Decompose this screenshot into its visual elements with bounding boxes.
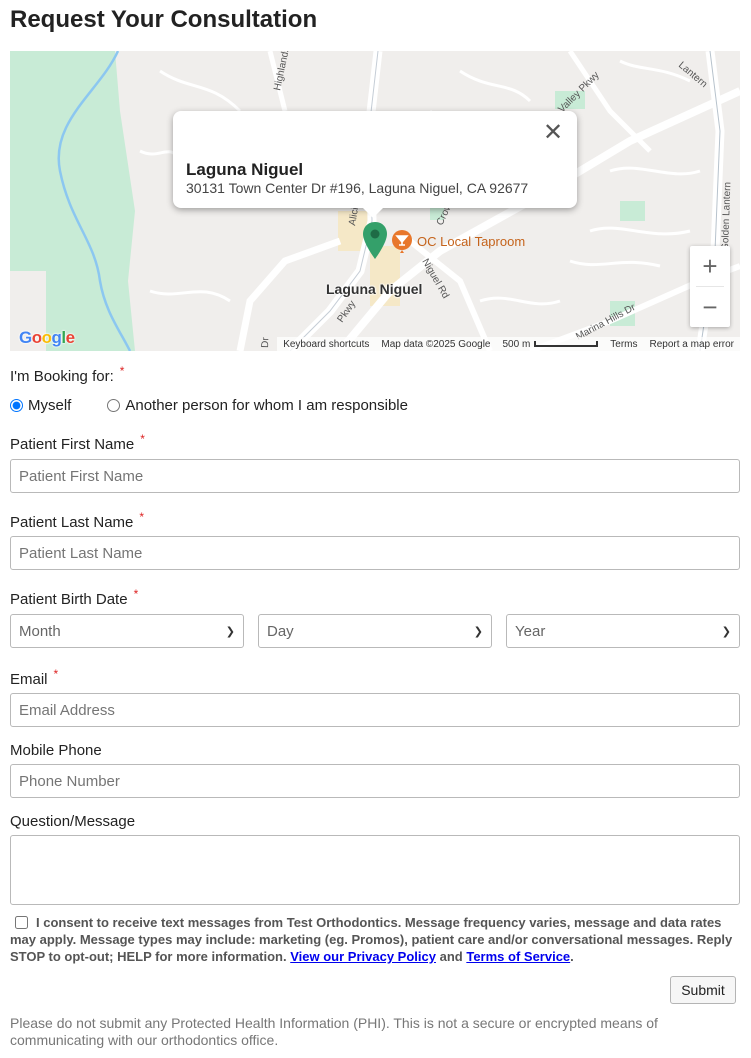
close-icon[interactable]: ✕ <box>543 121 563 145</box>
last-name-label: Patient Last Name * <box>10 510 145 531</box>
map-scale[interactable]: 500 m <box>502 339 599 350</box>
bar-poi-icon[interactable] <box>391 229 413 255</box>
first-name-label: Patient First Name * <box>10 432 145 453</box>
required-mark: * <box>133 587 139 601</box>
radio-myself[interactable]: Myself <box>10 397 71 414</box>
street-label: Highlands Ave <box>272 51 296 92</box>
google-logo[interactable]: Google <box>19 328 75 348</box>
map-attribution: Keyboard shortcuts Map data ©2025 Google… <box>277 337 740 351</box>
page-title: Request Your Consultation <box>10 6 318 33</box>
booking-options: Myself Another person for whom I am resp… <box>10 397 444 414</box>
street-label: Lantern <box>676 60 709 90</box>
chevron-down-icon: ❯ <box>473 625 483 638</box>
message-label: Question/Message <box>10 813 136 830</box>
day-select[interactable]: Day ❯ <box>258 614 492 648</box>
popup-title: Laguna Niguel <box>186 160 304 179</box>
terms-of-service-link[interactable]: Terms of Service <box>466 949 570 964</box>
report-map-error-link[interactable]: Report a map error <box>650 339 734 350</box>
first-name-input[interactable] <box>10 459 740 493</box>
last-name-input[interactable] <box>10 536 740 570</box>
map-data-text: Map data ©2025 Google <box>381 338 491 350</box>
month-select[interactable]: Month ❯ <box>10 614 244 648</box>
poi-label[interactable]: OC Local Taproom <box>417 234 525 249</box>
booking-label: I'm Booking for: * <box>10 364 125 385</box>
terms-link[interactable]: Terms <box>610 339 637 350</box>
area-label: Laguna Niguel <box>326 281 423 297</box>
street-label: Dr <box>260 337 271 349</box>
email-label: Email * <box>10 667 59 688</box>
keyboard-shortcuts-link[interactable]: Keyboard shortcuts <box>283 339 369 350</box>
radio-another-person[interactable]: Another person for whom I am responsible <box>107 397 408 414</box>
submit-button[interactable]: Submit <box>670 976 736 1004</box>
radio-myself-input[interactable] <box>10 399 23 412</box>
map[interactable]: Highlands Ave Alicia Crown Niguel Rd Pkw… <box>10 51 740 351</box>
location-pin-icon[interactable] <box>362 221 388 261</box>
email-input[interactable] <box>10 693 740 727</box>
required-mark: * <box>140 432 145 446</box>
phone-input[interactable] <box>10 764 740 798</box>
chevron-down-icon: ❯ <box>721 625 731 638</box>
phi-disclaimer: Please do not submit any Protected Healt… <box>10 1015 658 1048</box>
map-info-popup: ✕ Laguna Niguel 30131 Town Center Dr #19… <box>173 111 577 218</box>
consent-checkbox[interactable] <box>15 916 28 929</box>
zoom-in-button[interactable]: + <box>690 246 730 286</box>
required-mark: * <box>139 510 145 524</box>
privacy-policy-link[interactable]: View our Privacy Policy <box>290 949 436 964</box>
birth-date-label: Patient Birth Date * <box>10 587 139 608</box>
radio-another-person-input[interactable] <box>107 399 121 412</box>
street-label: Golden Lantern <box>720 182 733 251</box>
consent-block: I consent to receive text messages from … <box>10 915 733 964</box>
message-textarea[interactable] <box>10 835 740 905</box>
year-select[interactable]: Year ❯ <box>506 614 740 648</box>
required-mark: * <box>53 667 59 681</box>
zoom-out-button[interactable]: − <box>690 287 730 327</box>
required-mark: * <box>119 364 125 378</box>
chevron-down-icon: ❯ <box>225 625 235 638</box>
popup-address: 30131 Town Center Dr #196, Laguna Niguel… <box>186 180 529 196</box>
phone-label: Mobile Phone <box>10 742 102 759</box>
zoom-controls: + − <box>690 246 730 327</box>
